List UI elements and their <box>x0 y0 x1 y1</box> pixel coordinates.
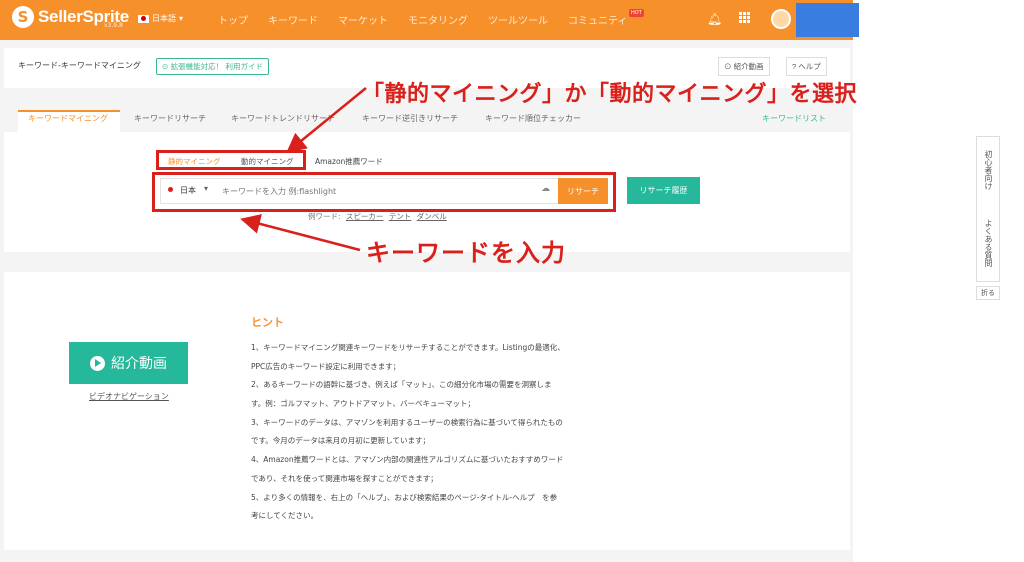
hint-line: 4、Amazon推薦ワードとは、アマゾン内部の関連性アルゴリズムに基づいたおすす… <box>251 455 564 465</box>
language-label: 日本語 <box>152 14 176 23</box>
rail-beginner-label[interactable]: 初心者向け <box>982 140 994 200</box>
mode-static-mining[interactable]: 静的マイニング <box>168 156 221 167</box>
video-navigation-link[interactable]: ビデオナビゲーション <box>89 391 169 402</box>
nav-item-community[interactable]: コミュニティ <box>568 12 627 27</box>
keyword-search-input[interactable] <box>222 180 552 202</box>
tab-keyword-mining[interactable]: キーワードマイニング <box>28 113 108 124</box>
example-keywords: 例ワード: スピーカー テント ダンベル <box>308 211 447 222</box>
chevron-down-icon: ▾ <box>179 14 184 23</box>
intro-video-button[interactable]: ⊙ 紹介動画 <box>718 57 770 76</box>
hint-line: です。今月のデータは来月の月初に更新しています； <box>251 436 431 446</box>
hint-line: であり、それを使って関連市場を探すことができます； <box>251 473 438 483</box>
help-button[interactable]: ? ヘルプ <box>786 57 827 76</box>
tab-reverse-keyword-research[interactable]: キーワード逆引きリサーチ <box>362 113 458 124</box>
example-keyword[interactable]: テント <box>389 212 412 221</box>
keyword-list-link[interactable]: キーワードリスト <box>762 113 826 124</box>
annotation-enter-keyword: キーワードを入力 <box>366 239 566 267</box>
country-marker-icon <box>168 187 173 192</box>
help-rail[interactable]: 初心者向け よくある質問 <box>976 136 1000 282</box>
help-label: ヘルプ <box>798 62 821 71</box>
nav-item-monitoring[interactable]: モニタリング <box>408 12 468 27</box>
intro-video-label: 紹介動画 <box>733 62 764 71</box>
annotation-select-mode: 「静的マイニング」か「動的マイニング」を選択 <box>362 82 858 107</box>
play-icon <box>90 355 105 371</box>
hint-line: 考にしてください。 <box>251 511 319 521</box>
tab-rank-checker[interactable]: キーワード順位チェッカー <box>485 113 581 124</box>
nav-item-keyword[interactable]: キーワード <box>268 12 318 27</box>
hint-line: 5、より多くの情報を、右上の「ヘルプ」、および検索結果のページ-タイトル-ヘルプ… <box>251 492 558 502</box>
bell-icon[interactable]: 🔔︎ <box>707 12 722 26</box>
nav-item-tools[interactable]: ツールツール <box>488 12 548 27</box>
avatar[interactable] <box>771 9 791 29</box>
intro-video-large-label: 紹介動画 <box>111 356 167 372</box>
rail-fold-button[interactable]: 折る <box>976 286 1000 300</box>
logo-icon: S <box>12 6 34 28</box>
play-circle-icon: ⊙ <box>724 62 734 71</box>
user-account-block[interactable] <box>796 3 859 37</box>
country-select[interactable]: 日本 <box>180 185 196 196</box>
chevron-down-icon[interactable]: ▾ <box>204 184 208 193</box>
tab-keyword-research[interactable]: キーワードリサーチ <box>134 113 206 124</box>
hint-line: 1、キーワードマイニング関連キーワードをリサーチすることができます。Listin… <box>251 343 565 352</box>
mode-dynamic-mining[interactable]: 動的マイニング <box>241 156 294 167</box>
research-button[interactable]: リサーチ <box>558 178 608 204</box>
rail-faq-label[interactable]: よくある質問 <box>982 208 994 278</box>
main-nav: トップ キーワード マーケット モニタリング ツールツール コミュニティ <box>218 12 647 27</box>
research-history-button[interactable]: リサーチ履歴 <box>627 177 700 204</box>
guide-label: 拡張機能対応！ 利用ガイド <box>170 62 264 71</box>
nav-item-top[interactable]: トップ <box>218 12 248 27</box>
hint-line: 2、あるキーワードの語幹に基づき、例えば「マット」、この細分化市場の需要を洞察し… <box>251 380 552 390</box>
example-keyword[interactable]: スピーカー <box>346 212 384 221</box>
examples-label: 例ワード: <box>308 212 341 221</box>
usage-guide-badge[interactable]: ⊙ 拡張機能対応！ 利用ガイド <box>156 58 270 75</box>
check-circle-icon: ⊙ <box>162 62 171 71</box>
example-keyword[interactable]: ダンベル <box>417 212 447 221</box>
apps-grid-icon[interactable] <box>739 12 750 23</box>
hint-line: PPC広告のキーワード設定に利用できます； <box>251 361 401 371</box>
language-selector[interactable]: 日本語 ▾ <box>138 13 183 24</box>
hint-line: す。例：ゴルフマット、アウトドアマット、バーベキューマット； <box>251 399 475 409</box>
japan-flag-icon <box>138 14 149 23</box>
tab-keyword-trend-research[interactable]: キーワードトレンドリサーチ <box>231 113 335 124</box>
mode-amazon-suggest[interactable]: Amazon推薦ワード <box>315 156 383 167</box>
cloud-upload-icon[interactable]: ☁ <box>541 184 550 194</box>
hot-badge: HOT <box>629 9 644 17</box>
hint-title: ヒント <box>251 316 284 329</box>
nav-item-market[interactable]: マーケット <box>338 12 388 27</box>
breadcrumb: キーワード-キーワードマイニング <box>18 61 141 70</box>
hint-line: 3、キーワードのデータは、アマゾンを利用するユーザーの検索行為に基づいて得られた… <box>251 417 563 427</box>
hint-text: 1、キーワードマイニング関連キーワードをリサーチすることができます。Listin… <box>251 342 603 529</box>
version-label: v3.9.8 <box>104 22 123 29</box>
intro-video-large-button[interactable]: 紹介動画 <box>69 342 188 384</box>
